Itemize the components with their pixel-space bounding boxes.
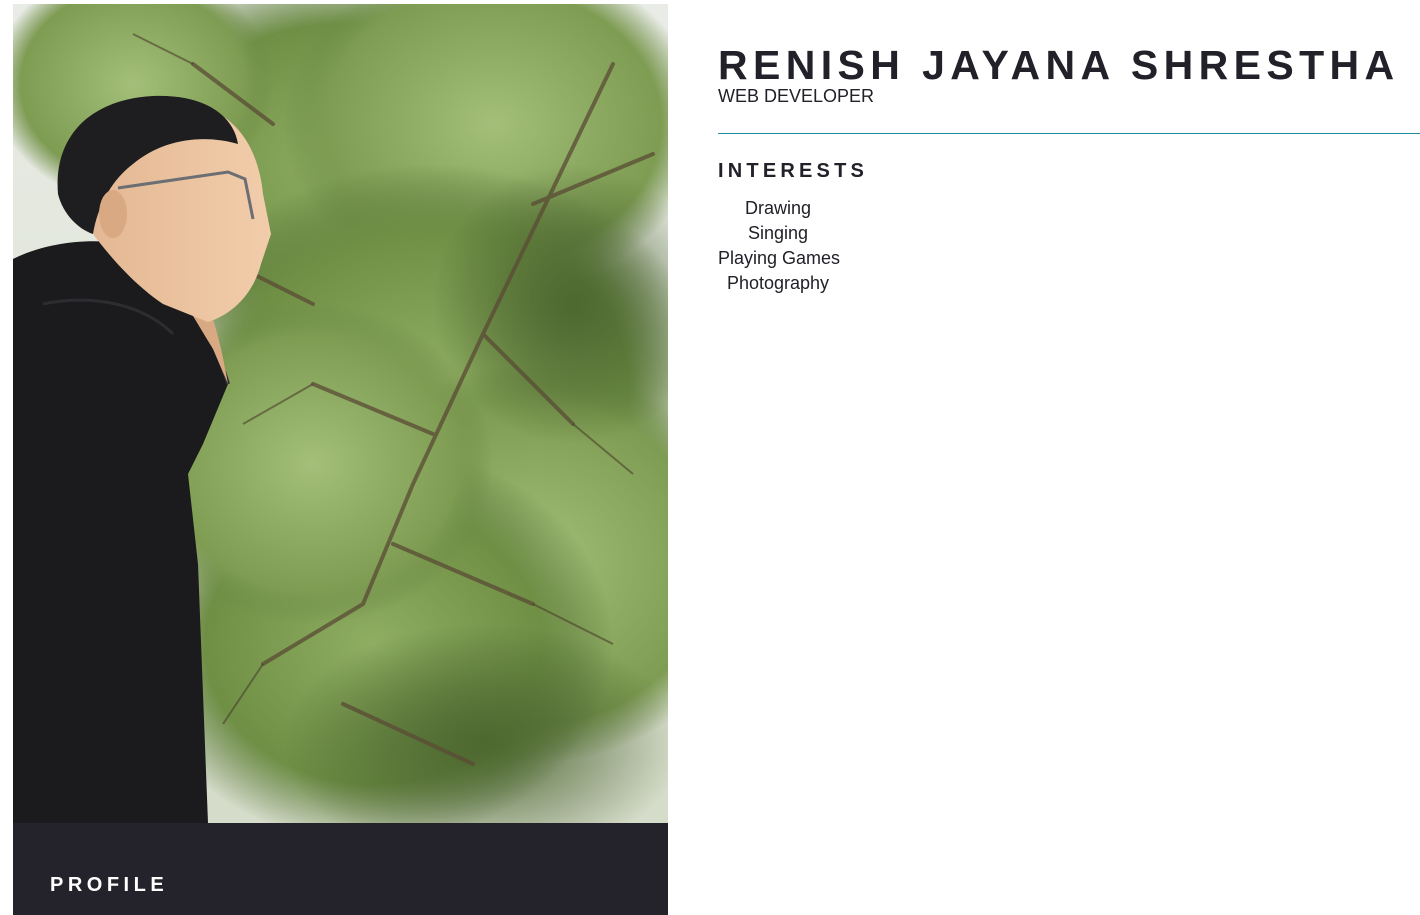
person-name: RENISH JAYANA SHRESTHA bbox=[718, 42, 1400, 88]
profile-label[interactable]: PROFILE bbox=[50, 874, 168, 897]
interest-item-singing: Singing bbox=[747, 223, 809, 243]
section-divider bbox=[718, 133, 1420, 134]
interest-item-playing-games: Playing Games bbox=[718, 248, 841, 268]
interest-item-photography: Photography bbox=[726, 273, 830, 293]
page: PROFILE RENISH JAYANA SHRESTHA WEB DEVEL… bbox=[0, 0, 1420, 915]
interests-heading: INTERESTS bbox=[718, 160, 869, 182]
profile-bar[interactable]: PROFILE bbox=[13, 823, 668, 915]
info-panel: RENISH JAYANA SHRESTHA WEB DEVELOPER INT… bbox=[718, 40, 1420, 296]
interests-list: Drawing Singing Playing Games Photograph… bbox=[718, 196, 841, 296]
interest-item-drawing: Drawing bbox=[744, 198, 812, 218]
profile-photo bbox=[13, 4, 668, 823]
profile-card: PROFILE bbox=[13, 4, 668, 915]
